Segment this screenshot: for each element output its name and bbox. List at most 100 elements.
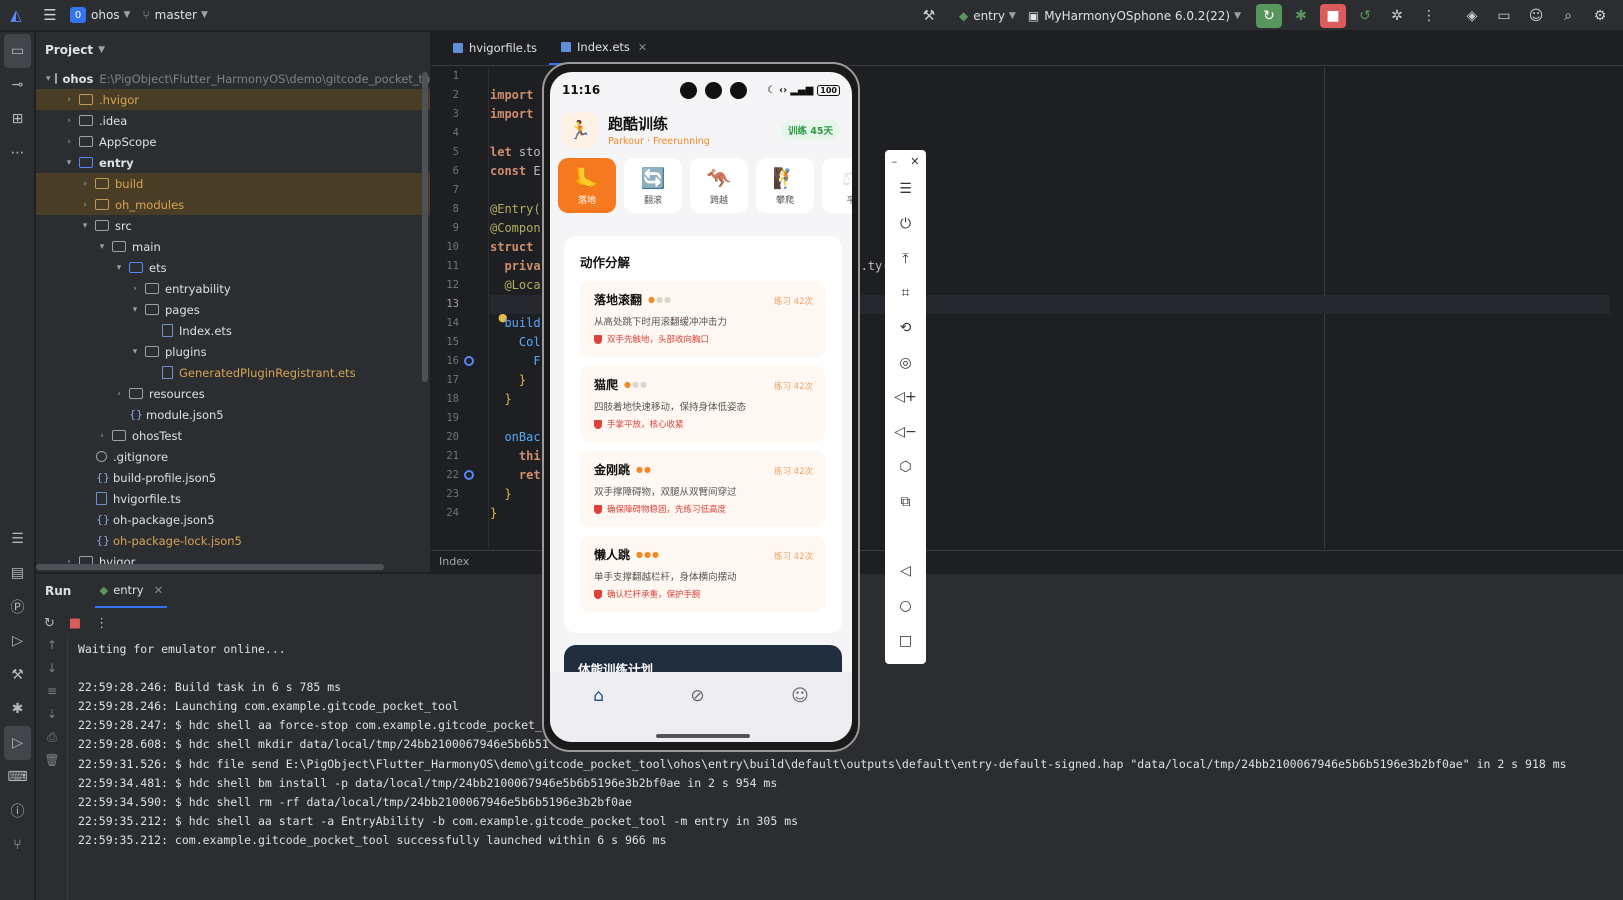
tree-item-entry[interactable]: ▾ entry [36,152,430,173]
tree-item-oh-package-lock[interactable]: {} oh-package-lock.json5 [36,530,430,551]
back-icon[interactable]: ◁ [885,554,926,589]
print-icon[interactable]: ⎙ [36,730,68,753]
project-switcher[interactable]: 0 ohos ▼ [70,7,130,23]
tree-item-ohostest[interactable]: › ohosTest [36,425,430,446]
build-hammer-icon[interactable]: ⚒ [916,4,942,28]
run-icon[interactable]: ▷ [4,726,31,760]
rerun-icon[interactable]: ↻ [44,616,55,631]
device-manager-icon[interactable]: ▭ [1491,4,1517,28]
attach-debugger-icon[interactable]: ✲ [1384,4,1410,28]
recents-icon[interactable]: □ [885,623,926,658]
close-icon[interactable]: ✕ [910,155,919,168]
power-icon[interactable]: ⏻ [885,207,926,242]
tree-item-build-profile[interactable]: {} build-profile.json5 [36,467,430,488]
home-indicator[interactable] [656,734,750,738]
tab-index-ets[interactable]: Index.ets ✕ [549,31,660,65]
tree-item-entryability[interactable]: › entryability [36,278,430,299]
tree-item-appscope[interactable]: › AppScope [36,131,430,152]
debug-icon[interactable]: ✱ [0,692,35,726]
volume-down-icon[interactable]: ◁− [885,415,926,450]
tree-item-oh-modules[interactable]: › oh_modules [36,194,430,215]
minimize-icon[interactable]: – [892,155,898,168]
tree-item-hvigor-dir[interactable]: › .hvigor [36,89,430,110]
move-item[interactable]: 金刚跳 ●● 练习 42次 双手撑障碍物，双腿从双臂间穿过 确保障碍物稳固，先练习… [580,451,825,527]
close-icon[interactable]: ✕ [154,583,164,597]
tree-item-main[interactable]: ▾ main [36,236,430,257]
scroll-up-icon[interactable]: ↑ [36,638,68,661]
menu-icon[interactable]: ☰ [885,172,926,207]
tree-root[interactable]: ▾ ohos E:\PigObject\Flutter_HarmonyOS\de… [36,68,430,89]
category-roll[interactable]: 🔄 翻滚 [624,158,682,213]
multi-screen-icon[interactable]: ⧉ [885,484,926,519]
account-icon[interactable]: ☺ [1523,4,1549,28]
tree-item-build[interactable]: › build [36,173,430,194]
app-logo-icon[interactable]: ◭ [2,6,30,24]
scroll-down-icon[interactable]: ↓ [36,661,68,684]
category-vault[interactable]: 🦘 跨越 [690,158,748,213]
rotate-icon[interactable]: ⟲ [885,311,926,346]
main-menu-icon[interactable]: ☰ [36,6,64,24]
override-gutter-icon[interactable] [464,356,474,366]
stop-button[interactable]: ■ [1320,3,1346,28]
move-item[interactable]: 猫爬 ●●● 练习 42次 四肢着地快速移动，保持身体低姿态 手掌平放，核心收紧 [580,366,825,442]
project-panel-header[interactable]: Project ▼ [36,32,430,68]
profiler-icon[interactable]: Ⓟ [0,590,35,624]
stop-icon[interactable]: ■ [69,616,81,631]
vertical-scrollbar[interactable] [422,72,428,382]
tree-item-plugins[interactable]: ▾ plugins [36,341,430,362]
fold-icon[interactable]: ⬡ [885,450,926,485]
screenshot-icon[interactable]: ◎ [885,345,926,380]
close-icon[interactable]: ✕ [638,41,647,54]
git-icon[interactable]: ⑂ [0,828,35,862]
more-icon[interactable]: ⋮ [95,616,108,631]
tree-item-idea[interactable]: › .idea [36,110,430,131]
volume-up-icon[interactable]: ◁+ [885,380,926,415]
commit-icon[interactable]: ⊸ [0,68,35,102]
rerun-button[interactable]: ↻ [1256,3,1282,28]
profile-icon[interactable]: ☺ [791,686,809,742]
debug-bug-icon[interactable]: ✱ [1288,4,1314,28]
tree-item-resources[interactable]: › resources [36,383,430,404]
tree-item-index-ets[interactable]: Index.ets [36,320,430,341]
override-gutter-icon[interactable] [464,470,474,480]
terminal-list-icon[interactable]: ▤ [0,556,35,590]
settings-gear-icon[interactable]: ⚙ [1587,4,1613,28]
tree-item-module-json5[interactable]: {} module.json5 [36,404,430,425]
category-climb[interactable]: 🧗 攀爬 [756,158,814,213]
tree-item-ets[interactable]: ▾ ets [36,257,430,278]
ai-assistant-icon[interactable]: ◈ [1459,4,1485,28]
run-config-selector[interactable]: ◆ entry ▼ [959,9,1016,23]
phone-screen[interactable]: 11:16 ☾ ‹› ▂▄▆ 100 🏃 跑酷训练 Parkour · Free… [550,72,852,742]
soft-wrap-icon[interactable]: ≡ [36,684,68,707]
terminal-icon[interactable]: ⌨ [0,760,35,794]
scroll-to-end-icon[interactable]: ⇣ [36,707,68,730]
move-item[interactable]: 落地滚翻 ●●● 练习 42次 从高处跳下时用滚翻缓冲冲击力 双手先触地，头部收向… [580,281,825,357]
tree-item-pages[interactable]: ▾ pages [36,299,430,320]
home-icon[interactable]: ⌂ [593,686,604,742]
category-landing[interactable]: 🦶 落地 [558,158,616,213]
horizontal-scrollbar[interactable] [36,564,384,570]
branch-switcher[interactable]: ⑂ master ▼ [142,8,207,22]
search-icon[interactable]: ⌕ [1555,4,1581,28]
tree-item-src[interactable]: ▾ src [36,215,430,236]
more-actions-icon[interactable]: ⋮ [1416,4,1442,28]
category-balance[interactable]: ⚖ 平 [822,158,852,213]
crop-icon[interactable]: ⌗ [885,276,926,311]
tree-item-oh-package[interactable]: {} oh-package.json5 [36,509,430,530]
build-icon[interactable]: ⚒ [0,658,35,692]
more-tools-icon[interactable]: ⋯ [0,136,35,170]
services-icon[interactable]: ▷ [0,624,35,658]
apply-changes-icon[interactable]: ↺ [1352,4,1378,28]
move-item[interactable]: 懒人跳 ●●● 练习 42次 单手支撑翻越栏杆，身体横向摆动 确认栏杆承重，保护手… [580,536,825,612]
project-folder-icon[interactable]: ▭ [4,34,31,68]
clear-trash-icon[interactable]: 🗑 [36,753,68,776]
home-circle-icon[interactable]: ○ [885,589,926,624]
tree-item-hvigorfile[interactable]: hvigorfile.ts [36,488,430,509]
todo-icon[interactable]: ☰ [0,522,35,556]
pin-top-icon[interactable]: ⤒ [885,241,926,276]
run-tab-entry[interactable]: ◆ entry ✕ [95,574,168,608]
device-selector[interactable]: ▣ MyHarmonyOSphone 6.0.2(22) ▼ [1028,9,1241,23]
tree-item-generated-plugin-registrant[interactable]: GeneratedPluginRegistrant.ets [36,362,430,383]
problems-icon[interactable]: ⓘ [0,794,35,828]
structure-icon[interactable]: ⊞ [0,102,35,136]
